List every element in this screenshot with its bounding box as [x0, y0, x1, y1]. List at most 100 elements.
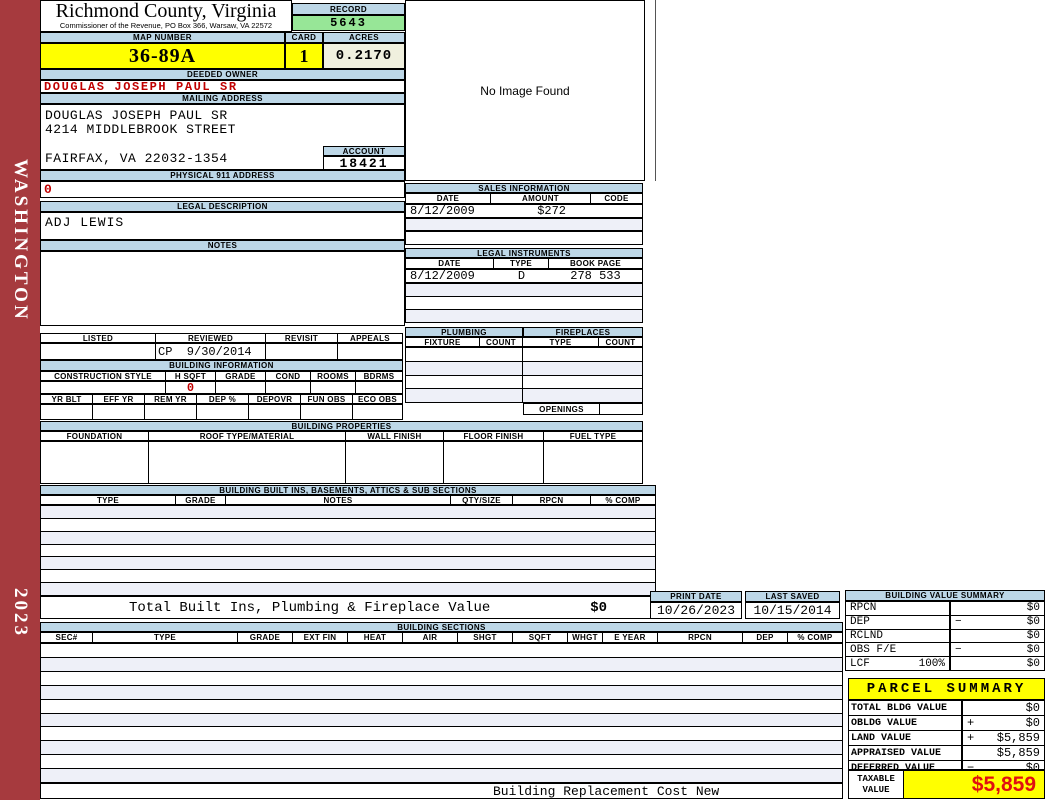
tax-year-label: 2023 — [10, 588, 31, 638]
building-properties-column-headers: FOUNDATION ROOF TYPE/MATERIAL WALL FINIS… — [40, 431, 643, 441]
sales-row: 8/12/2009 $272 — [405, 204, 643, 218]
col-revisit: REVISIT — [266, 334, 338, 342]
floor-finish-value — [444, 442, 544, 483]
fireplaces-col-type: TYPE — [523, 338, 599, 346]
col-eco-obs: ECO OBS — [358, 395, 397, 403]
parcel-value: $5,859 — [996, 746, 1040, 760]
building-value-summary-header: BUILDING VALUE SUMMARY — [845, 590, 1045, 601]
col-sqft: SQFT — [513, 633, 568, 642]
bvs-label: OBS F/E — [850, 643, 897, 656]
review-column-headers: LISTED REVIEWED REVISIT APPEALS — [40, 333, 403, 343]
col-e-year: E YEAR — [603, 633, 658, 642]
empty-row — [406, 361, 642, 376]
empty-row — [406, 297, 642, 310]
plumbing-header: PLUMBING — [405, 327, 523, 337]
legal-description-header: LEGAL DESCRIPTION — [40, 201, 405, 212]
empty-row — [41, 545, 655, 558]
li-date: 8/12/2009 — [410, 269, 475, 283]
built-ins-empty-rows — [40, 505, 656, 596]
col-reviewed: REVIEWED — [156, 334, 266, 342]
bdrms-value — [356, 382, 402, 393]
legal-instruments-column-headers: DATE TYPE BOOK PAGE — [405, 258, 643, 269]
building-value-summary-table: RPCN $0 DEP − $0 RCLND $0 OBS F/E − $0 LCF… — [845, 601, 1045, 671]
col-bdrms: BDRMS — [363, 372, 395, 380]
bvs-value: $0 — [1026, 629, 1040, 642]
col-rooms: ROOMS — [311, 372, 356, 380]
col-sec: SEC# — [41, 633, 93, 642]
parcel-row: OBLDG VALUE + $0 — [849, 716, 1044, 731]
bvs-row: OBS F/E − $0 — [846, 643, 1044, 658]
building-properties-header: BUILDING PROPERTIES — [40, 421, 643, 431]
map-number-header: MAP NUMBER — [40, 32, 285, 43]
bvs-label: LCF — [850, 657, 870, 670]
record-header: RECORD — [292, 3, 405, 15]
empty-row — [406, 310, 642, 322]
col-listed: LISTED — [41, 334, 156, 342]
bvs-row: RCLND $0 — [846, 629, 1044, 644]
deeded-owner-value: DOUGLAS JOSEPH PAUL SR — [40, 80, 405, 94]
empty-row — [41, 644, 842, 658]
card-header: CARD — [285, 32, 323, 43]
wall-finish-value — [346, 442, 444, 483]
col-ext-fin: EXT FIN — [293, 633, 348, 642]
taxable-value-row: TAXABLE VALUE $5,859 — [848, 770, 1045, 799]
fireplaces-header: FIREPLACES — [523, 327, 643, 337]
parcel-op: + — [967, 731, 975, 745]
notes-box — [40, 251, 405, 326]
li-bookpage: 278 533 — [570, 269, 621, 283]
property-record-card: WASHINGTON 2023 Richmond County, Virgini… — [0, 0, 1050, 800]
li-col-type: TYPE — [494, 259, 549, 268]
col-fun-obs: FUN OBS — [301, 395, 353, 403]
built-ins-total-label: Total Built Ins, Plumbing & Fireplace Va… — [129, 600, 491, 616]
cond-value — [266, 382, 311, 393]
record-value: 5643 — [292, 15, 405, 31]
empty-row — [41, 657, 842, 672]
col-grade: GRADE — [216, 372, 266, 380]
col-cond: COND — [266, 372, 311, 380]
bvs-label: DEP — [850, 616, 870, 629]
fuel-type-value — [544, 442, 642, 483]
foundation-value — [41, 442, 149, 483]
building-properties-values — [40, 441, 643, 484]
empty-row — [41, 727, 842, 742]
bvs-row: LCF 100% $0 — [846, 657, 1044, 670]
empty-row — [41, 672, 842, 686]
bvs-op: − — [955, 643, 962, 656]
parcel-summary-header: PARCEL SUMMARY — [848, 678, 1045, 700]
building-sections-empty-rows — [40, 643, 843, 783]
map-number-value: 36-89A — [40, 43, 285, 69]
no-image-message: No Image Found — [480, 83, 570, 98]
col-heat: HEAT — [348, 633, 403, 642]
h-sqft-value: 0 — [166, 381, 216, 395]
parcel-value: $5,859 — [996, 731, 1040, 745]
building-info-column-headers-2: YR BLT EFF YR REM YR DEP % DEPOVR FUN OB… — [40, 394, 403, 404]
sales-col-code: CODE — [604, 194, 629, 203]
col-grade: GRADE — [238, 633, 293, 642]
empty-row — [41, 755, 842, 770]
building-info-column-headers-1: CONSTRUCTION STYLE H SQFT GRADE COND ROO… — [40, 371, 403, 381]
legal-description-value: ADJ LEWIS — [40, 212, 405, 240]
col-grade: GRADE — [176, 496, 226, 504]
li-type: D — [517, 269, 526, 283]
bvs-label: RCLND — [850, 629, 884, 642]
parcel-value: $0 — [1025, 716, 1040, 730]
empty-row — [41, 685, 842, 700]
bvs-value: $0 — [1026, 643, 1040, 656]
empty-row — [41, 700, 842, 714]
col-pct-comp: % COMP — [797, 633, 833, 642]
sales-empty-row — [405, 231, 643, 245]
bvs-label: RPCN — [850, 602, 877, 615]
col-shgt: SHGT — [458, 633, 513, 642]
district-label: WASHINGTON — [10, 158, 31, 322]
bvs-op: − — [955, 616, 962, 629]
empty-row — [41, 557, 655, 571]
sidebar: WASHINGTON 2023 — [0, 0, 40, 800]
built-ins-total-row: Total Built Ins, Plumbing & Fireplace Va… — [40, 596, 656, 619]
col-floor-finish: FLOOR FINISH — [444, 432, 544, 440]
empty-row — [41, 769, 842, 783]
openings-row: OPENINGS — [523, 403, 643, 415]
parcel-label: TOTAL BLDG VALUE — [851, 702, 948, 714]
mailing-line-3: FAIRFAX, VA 22032-1354 — [45, 151, 228, 166]
review-values: CP 9/30/2014 — [40, 343, 403, 360]
built-ins-column-headers: TYPE GRADE NOTES QTY/SIZE RPCN % COMP — [40, 495, 656, 505]
